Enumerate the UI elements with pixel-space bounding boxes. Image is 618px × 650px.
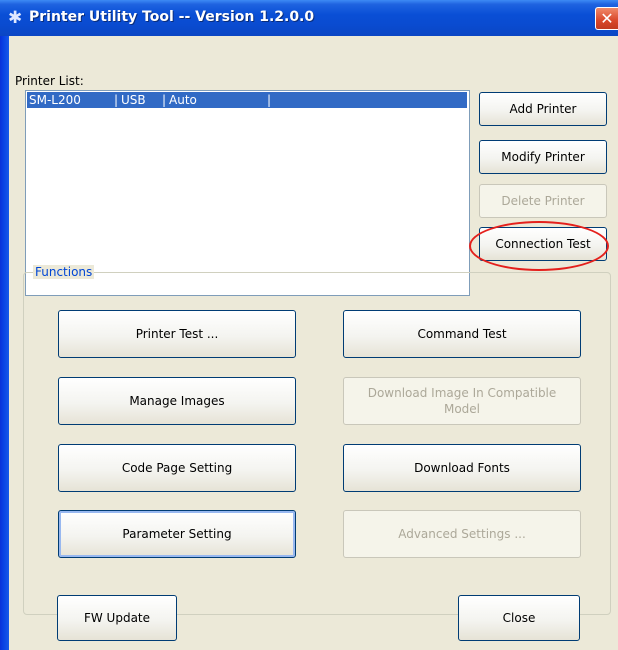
parameter-setting-button[interactable]: Parameter Setting bbox=[58, 510, 296, 558]
printer-interface: USB bbox=[121, 93, 146, 107]
advanced-settings-button[interactable]: Advanced Settings ... bbox=[343, 510, 581, 558]
delete-printer-button[interactable]: Delete Printer bbox=[479, 184, 607, 218]
column-separator: | bbox=[114, 93, 119, 107]
title-bar[interactable]: ✱ Printer Utility Tool -- Version 1.2.0.… bbox=[0, 0, 618, 36]
code-page-setting-button[interactable]: Code Page Setting bbox=[58, 444, 296, 492]
modify-printer-button[interactable]: Modify Printer bbox=[479, 140, 607, 174]
connection-test-button[interactable]: Connection Test bbox=[479, 227, 607, 261]
window-left-edge bbox=[0, 36, 9, 650]
fw-update-button[interactable]: FW Update bbox=[57, 595, 177, 641]
printer-test-button[interactable]: Printer Test ... bbox=[58, 310, 296, 358]
column-separator: | bbox=[162, 93, 167, 107]
download-fonts-button[interactable]: Download Fonts bbox=[343, 444, 581, 492]
printer-utility-window: ✱ Printer Utility Tool -- Version 1.2.0.… bbox=[0, 0, 618, 650]
command-test-button[interactable]: Command Test bbox=[343, 310, 581, 358]
download-image-compatible-button[interactable]: Download Image In Compatible Model bbox=[343, 377, 581, 425]
list-item[interactable]: SM-L200 | USB | Auto | bbox=[27, 92, 467, 108]
window-title: Printer Utility Tool -- Version 1.2.0.0 bbox=[29, 9, 315, 25]
close-button[interactable]: Close bbox=[458, 595, 580, 641]
dialog-client-area: Printer List: SM-L200 | USB | Auto | Add… bbox=[9, 36, 618, 650]
functions-group-title: Functions bbox=[33, 265, 95, 279]
printer-name: SM-L200 bbox=[29, 93, 81, 107]
manage-images-button[interactable]: Manage Images bbox=[58, 377, 296, 425]
gear-icon: ✱ bbox=[8, 8, 23, 28]
printer-list-label: Printer List: bbox=[15, 74, 84, 88]
printer-mode: Auto bbox=[169, 93, 197, 107]
column-separator: | bbox=[267, 93, 272, 107]
add-printer-button[interactable]: Add Printer bbox=[479, 92, 607, 126]
close-window-button[interactable]: ✕ bbox=[595, 7, 618, 30]
